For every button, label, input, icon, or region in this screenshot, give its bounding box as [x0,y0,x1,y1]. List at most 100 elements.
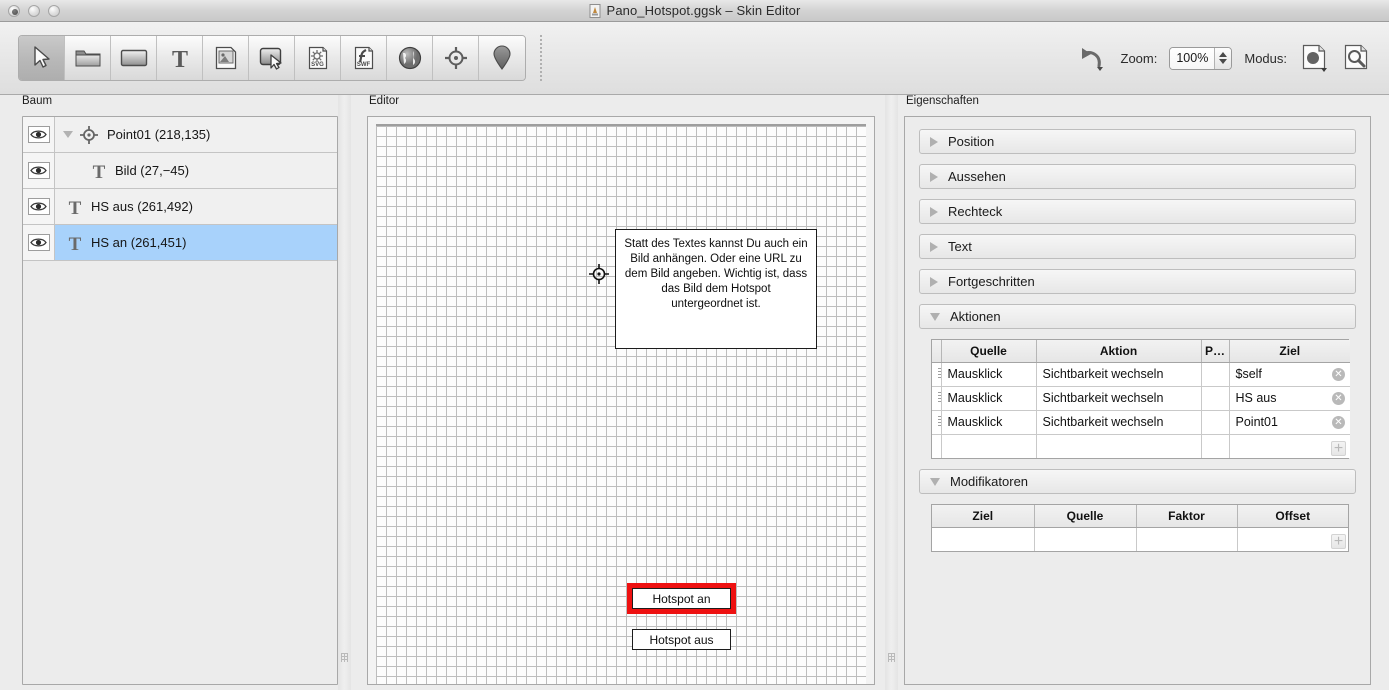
text-t-icon: T [67,233,83,253]
cell-aktion[interactable]: Sichtbarkeit wechseln [1036,362,1202,387]
button-tool-button[interactable] [249,36,295,80]
cell-quelle[interactable]: Mausklick [941,410,1037,435]
tree-row[interactable]: T HS an (261,451) [23,225,337,261]
splitter-grip[interactable] [888,653,895,662]
splitter-tree-editor[interactable] [338,95,351,690]
table-row[interactable]: Mausklick Sichtbarkeit wechseln HS aus [932,386,1350,411]
swf-file-icon: SWF [354,46,373,70]
svg-text:T: T [69,234,82,253]
row-drag-handle[interactable] [932,410,942,435]
section-position[interactable]: Position [919,129,1356,154]
cell-p[interactable] [1201,386,1230,411]
splitter-editor-properties[interactable] [885,95,898,690]
cell-quelle[interactable] [1034,527,1137,551]
undo-icon[interactable] [1079,44,1109,72]
aktionen-table[interactable]: Quelle Aktion P… Ziel Mausklick Sichtbar… [931,339,1350,459]
select-tool-button[interactable] [19,36,65,80]
splitter-grip[interactable] [341,653,348,662]
visibility-toggle[interactable] [23,117,55,152]
tree-item-label: Bild (27,−45) [115,163,190,178]
rectangle-tool-button[interactable] [111,36,157,80]
swf-tool-button[interactable]: SWF [341,36,387,80]
cell-aktion[interactable]: Sichtbarkeit wechseln [1036,386,1202,411]
cell-p[interactable] [1201,362,1230,387]
crosshair-icon[interactable] [588,263,610,290]
cell-faktor[interactable] [1136,527,1238,551]
chevron-right-icon [930,276,938,287]
cell-p[interactable] [1201,434,1230,458]
table-row[interactable] [932,527,1348,551]
column-header-quelle[interactable]: Quelle [941,340,1037,363]
section-modifikatoren[interactable]: Modifikatoren [919,469,1356,494]
eye-icon-box[interactable] [27,162,50,179]
section-label: Rechteck [948,204,1003,219]
eye-icon-box[interactable] [27,198,50,215]
image-tool-button[interactable] [203,36,249,80]
add-modifikator-button[interactable]: + [1331,533,1346,549]
delete-row-button[interactable]: ✕ [1332,416,1345,429]
visibility-toggle[interactable] [23,189,55,224]
row-drag-handle[interactable] [932,362,942,387]
zoom-increase-arrow[interactable] [1219,52,1228,57]
visibility-toggle[interactable] [23,225,55,260]
table-row[interactable]: Mausklick Sichtbarkeit wechseln $self [932,362,1350,387]
minimize-button[interactable] [28,4,40,17]
tree-panel: Baum Point01 (218,135) T Bild (27,−45) T… [0,95,338,690]
globe-tool-button[interactable] [387,36,433,80]
zoom-button[interactable] [48,4,60,17]
cell-quelle[interactable]: Mausklick [941,362,1037,387]
column-header-ziel[interactable]: Ziel [1229,340,1350,363]
hotspot-aus-button[interactable]: Hotspot aus [632,629,731,650]
cell-ziel[interactable] [932,527,1035,551]
zoom-decrease-arrow[interactable] [1219,59,1228,64]
hotspot-textbox[interactable]: Statt des Textes kannst Du auch ein Bild… [615,229,817,349]
zoom-input[interactable]: 100% [1169,46,1233,70]
zoom-value[interactable]: 100% [1170,47,1215,69]
section-rechteck[interactable]: Rechteck [919,199,1356,224]
folder-tool-button[interactable] [65,36,111,80]
zoom-stepper[interactable] [1214,47,1232,69]
eye-icon-box[interactable] [27,234,50,251]
pin-tool-button[interactable] [479,36,525,80]
column-header-faktor[interactable]: Faktor [1136,505,1238,528]
svg-text:T: T [171,47,187,71]
column-header-offset[interactable]: Offset [1237,505,1348,528]
row-drag-handle[interactable] [932,386,942,411]
cell-p[interactable] [1201,410,1230,435]
editor-canvas[interactable]: Statt des Textes kannst Du auch ein Bild… [376,124,866,684]
cell-quelle[interactable] [941,434,1037,458]
column-header-p[interactable]: P… [1201,340,1230,363]
cell-aktion[interactable]: Sichtbarkeit wechseln [1036,410,1202,435]
section-aussehen[interactable]: Aussehen [919,164,1356,189]
column-header-quelle[interactable]: Quelle [1034,505,1137,528]
visibility-toggle[interactable] [23,153,55,188]
hotspot-an-button[interactable]: Hotspot an [632,588,731,609]
section-text[interactable]: Text [919,234,1356,259]
section-fortgeschritten[interactable]: Fortgeschritten [919,269,1356,294]
section-aktionen[interactable]: Aktionen [919,304,1356,329]
table-row[interactable] [932,434,1350,458]
tree-row[interactable]: Point01 (218,135) [23,117,337,153]
svg-tool-button[interactable]: SVG [295,36,341,80]
delete-row-button[interactable]: ✕ [1332,392,1345,405]
disclosure-triangle-icon[interactable] [63,131,73,138]
magnifier-page-icon[interactable] [1341,43,1371,73]
close-button[interactable] [8,4,20,17]
column-header-ziel[interactable]: Ziel [932,505,1035,528]
chevron-right-icon [930,136,938,147]
text-tool-button[interactable]: T [157,36,203,80]
row-drag-handle [932,434,942,458]
tree-row[interactable]: T Bild (27,−45) [23,153,337,189]
tree-list[interactable]: Point01 (218,135) T Bild (27,−45) T HS a… [22,116,338,685]
eye-icon-box[interactable] [27,126,50,143]
dot-page-icon[interactable] [1299,43,1329,73]
modifikatoren-table[interactable]: Ziel Quelle Faktor Offset + [931,504,1349,552]
table-row[interactable]: Mausklick Sichtbarkeit wechseln Point01 [932,410,1350,435]
hotspot-tool-button[interactable] [433,36,479,80]
cell-quelle[interactable]: Mausklick [941,386,1037,411]
column-header-aktion[interactable]: Aktion [1036,340,1202,363]
add-aktion-button[interactable]: + [1331,440,1346,456]
cell-aktion[interactable] [1036,434,1202,458]
tree-row[interactable]: T HS aus (261,492) [23,189,337,225]
delete-row-button[interactable]: ✕ [1332,368,1345,381]
